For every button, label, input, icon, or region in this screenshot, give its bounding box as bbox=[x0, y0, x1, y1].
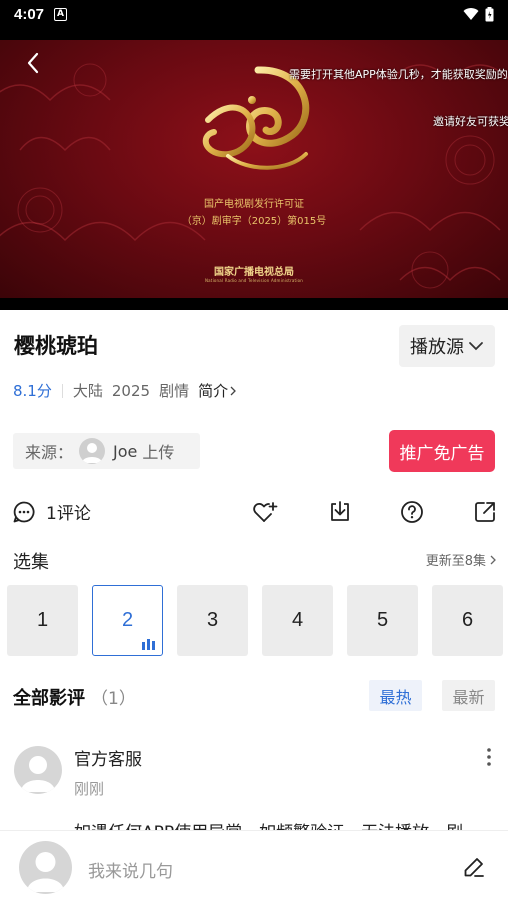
sort-hot-button[interactable]: 最热 bbox=[369, 680, 422, 711]
help-button[interactable] bbox=[399, 499, 425, 525]
my-avatar bbox=[19, 841, 72, 894]
episodes-update-text: 更新至8集 bbox=[425, 554, 486, 569]
share-icon bbox=[475, 502, 495, 522]
chevron-right-icon bbox=[230, 386, 237, 395]
uploader-avatar bbox=[79, 438, 106, 464]
authority-name: 国家广播电视总局 bbox=[214, 267, 294, 278]
comments-button[interactable]: 1评论 bbox=[12, 499, 91, 524]
uploader-label: 来源： bbox=[25, 443, 74, 462]
wifi-icon bbox=[463, 8, 479, 20]
comment-count: 1评论 bbox=[46, 504, 91, 524]
uploader-name: Joe bbox=[113, 441, 138, 461]
episode-button[interactable]: 3 bbox=[177, 585, 248, 656]
region: 大陆 bbox=[72, 382, 103, 400]
question-icon bbox=[401, 501, 423, 523]
chevron-down-icon bbox=[469, 342, 483, 351]
user-icon bbox=[27, 852, 64, 892]
show-meta: 8.1分 大陆 2025 剧情 简介 bbox=[13, 380, 237, 401]
uploader-suffix: 上传 bbox=[142, 443, 175, 462]
status-bar: 4:07 A bbox=[0, 0, 508, 28]
year: 2025 bbox=[111, 381, 151, 400]
license-number: （京）剧审字（2025）第015号 bbox=[181, 216, 327, 227]
episodes-title: 选集 bbox=[13, 552, 49, 573]
episode-button-active[interactable]: 2 bbox=[92, 585, 163, 656]
share-button[interactable] bbox=[472, 499, 498, 525]
divider bbox=[61, 383, 63, 398]
episodes-update-link[interactable]: 更新至8集 bbox=[426, 550, 496, 569]
play-source-button[interactable]: 播放源 bbox=[399, 325, 495, 367]
episode-list: 1 2 3 4 5 6 bbox=[7, 585, 503, 656]
reviews-title: 全部影评 （1） bbox=[13, 684, 136, 710]
user-icon bbox=[21, 756, 55, 792]
chevron-left-icon bbox=[27, 52, 39, 74]
license-line: 国产电视剧发行许可证 bbox=[204, 199, 304, 210]
play-source-label: 播放源 bbox=[410, 337, 464, 358]
comment-input[interactable]: 我来说几句 bbox=[88, 857, 173, 882]
episode-button[interactable]: 4 bbox=[262, 585, 333, 656]
review-item: 官方客服 刚刚 如遇任何APP使用异常，如频繁验证、无法播放、剧 bbox=[0, 740, 508, 835]
status-time: 4:07 bbox=[14, 5, 45, 23]
comment-bar: 我来说几句 bbox=[0, 830, 508, 904]
pencil-icon bbox=[464, 858, 484, 877]
review-author: 官方客服 bbox=[74, 750, 142, 770]
authority-name-en: National Radio and Television Administra… bbox=[204, 278, 304, 283]
review-time: 刚刚 bbox=[74, 780, 105, 798]
score: 8.1分 bbox=[13, 382, 52, 400]
intro-label: 简介 bbox=[198, 382, 229, 400]
danmu-comment: 需要打开其他APP体验几秒，才能获取奖励的 bbox=[289, 68, 508, 81]
episode-number: 2 bbox=[121, 609, 134, 631]
review-avatar[interactable] bbox=[14, 746, 62, 794]
comment-icon bbox=[13, 501, 35, 522]
episode-button[interactable]: 1 bbox=[7, 585, 78, 656]
video-poster: 需要打开其他APP体验几秒，才能获取奖励的 邀请好友可获奖 国产电视剧发行许可证… bbox=[0, 40, 508, 298]
write-comment-button[interactable] bbox=[462, 855, 486, 879]
playing-indicator-icon bbox=[142, 639, 155, 650]
favorite-button[interactable] bbox=[252, 499, 278, 525]
uploader-source[interactable]: 来源： Joe 上传 bbox=[13, 433, 200, 469]
intro-link[interactable]: 简介 bbox=[198, 380, 237, 401]
heart-add-icon bbox=[253, 502, 278, 522]
show-title: 樱桃琥珀 bbox=[14, 334, 98, 358]
reviews-title-label: 全部影评 bbox=[13, 688, 85, 709]
battery-icon bbox=[485, 6, 494, 21]
sort-new-button[interactable]: 最新 bbox=[442, 680, 495, 711]
genre: 剧情 bbox=[159, 382, 190, 400]
user-icon bbox=[82, 443, 103, 463]
action-bar: 1评论 bbox=[0, 493, 508, 531]
more-options-button[interactable] bbox=[482, 746, 496, 768]
download-icon bbox=[331, 501, 349, 521]
reviews-count: （1） bbox=[91, 689, 136, 709]
promote-no-ads-button[interactable]: 推广免广告 bbox=[389, 430, 495, 472]
notification-app-icon: A bbox=[54, 7, 68, 21]
episode-button[interactable]: 5 bbox=[347, 585, 418, 656]
episode-button[interactable]: 6 bbox=[432, 585, 503, 656]
danmu-comment: 邀请好友可获奖 bbox=[433, 115, 508, 128]
video-player[interactable]: 需要打开其他APP体验几秒，才能获取奖励的 邀请好友可获奖 国产电视剧发行许可证… bbox=[0, 28, 508, 310]
chevron-right-icon bbox=[490, 555, 496, 564]
back-button[interactable] bbox=[18, 48, 48, 78]
download-button[interactable] bbox=[327, 499, 353, 525]
more-vertical-icon bbox=[487, 748, 491, 766]
